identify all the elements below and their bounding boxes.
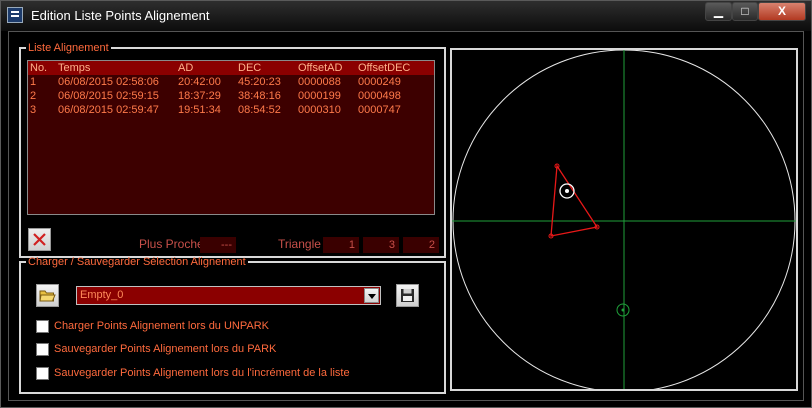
- cell-dec: 38:48:16: [238, 90, 281, 102]
- triangle-value-2: 3: [363, 237, 399, 253]
- cell-no: 2: [30, 90, 37, 102]
- increment-save-label: Sauvegarder Points Alignement lors du l'…: [54, 367, 350, 379]
- minimize-button[interactable]: ▁: [705, 2, 732, 21]
- pole-dot: [621, 308, 625, 312]
- table-row[interactable]: 3 06/08/2015 02:59:47 19:51:34 08:54:52 …: [28, 103, 434, 117]
- alignment-list-legend: Liste Alignement: [28, 42, 109, 54]
- dropdown-value: Empty_0: [80, 289, 124, 301]
- column-header-offsetdec[interactable]: OffsetDEC: [358, 62, 410, 74]
- cell-temps: 06/08/2015 02:59:47: [58, 104, 159, 116]
- cell-ad: 19:51:34: [178, 104, 221, 116]
- alignment-selection-dropdown[interactable]: Empty_0: [76, 286, 381, 305]
- title-bar[interactable]: Edition Liste Points Alignement ▁ □ X: [1, 1, 811, 31]
- app-icon: [7, 7, 23, 23]
- list-header: No. Temps AD DEC OffsetAD OffsetDEC: [28, 61, 434, 75]
- plus-proche-value: ---: [200, 237, 236, 253]
- window-title: Edition Liste Points Alignement: [31, 8, 210, 23]
- alignment-triangle: [550, 164, 599, 237]
- alignment-list-group: Liste Alignement No. Temps AD DEC Offset…: [19, 42, 446, 258]
- cell-ad: 20:42:00: [178, 76, 221, 88]
- cell-temps: 06/08/2015 02:59:15: [58, 90, 159, 102]
- cell-dec: 08:54:52: [238, 104, 281, 116]
- increment-save-checkbox[interactable]: [36, 367, 49, 380]
- open-folder-button[interactable]: [36, 284, 59, 307]
- delete-point-button[interactable]: [28, 228, 51, 251]
- sky-plot-svg: [452, 49, 796, 393]
- cell-offsetdec: 0000249: [358, 76, 401, 88]
- load-save-legend: Charger / Sauvegarder Sélection Aligneme…: [28, 256, 246, 268]
- cell-offsetdec: 0000747: [358, 104, 401, 116]
- load-save-group: Charger / Sauvegarder Sélection Aligneme…: [19, 256, 446, 394]
- triangle-label: Triangle: [278, 237, 321, 251]
- column-header-ad[interactable]: AD: [178, 62, 193, 74]
- alignment-window: Edition Liste Points Alignement ▁ □ X Li…: [0, 0, 812, 408]
- plus-proche-label: Plus Proche: [139, 237, 204, 251]
- maximize-button[interactable]: □: [732, 2, 758, 21]
- park-save-checkbox[interactable]: [36, 343, 49, 356]
- alignment-list[interactable]: No. Temps AD DEC OffsetAD OffsetDEC 1 06…: [27, 60, 435, 215]
- cell-offsetdec: 0000498: [358, 90, 401, 102]
- alignment-sky-plot[interactable]: [450, 48, 798, 393]
- unpark-load-label: Charger Points Alignement lors du UNPARK: [54, 320, 270, 332]
- client-area: Liste Alignement No. Temps AD DEC Offset…: [8, 31, 804, 401]
- table-row[interactable]: 1 06/08/2015 02:58:06 20:42:00 45:20:23 …: [28, 75, 434, 89]
- table-row[interactable]: 2 06/08/2015 02:59:15 18:37:29 38:48:16 …: [28, 89, 434, 103]
- cell-no: 3: [30, 104, 37, 116]
- red-x-icon: [33, 233, 46, 246]
- triangle-value-3: 2: [403, 237, 439, 253]
- current-position-dot: [565, 189, 569, 193]
- cell-offsetad: 0000310: [298, 104, 341, 116]
- column-header-dec[interactable]: DEC: [238, 62, 261, 74]
- cell-temps: 06/08/2015 02:58:06: [58, 76, 159, 88]
- column-header-temps[interactable]: Temps: [58, 62, 90, 74]
- unpark-load-checkbox[interactable]: [36, 320, 49, 333]
- chevron-down-icon[interactable]: [364, 288, 379, 303]
- cell-offsetad: 0000199: [298, 90, 341, 102]
- cell-offsetad: 0000088: [298, 76, 341, 88]
- cell-no: 1: [30, 76, 37, 88]
- column-header-offsetad[interactable]: OffsetAD: [298, 62, 342, 74]
- close-button[interactable]: X: [758, 2, 806, 21]
- triangle-value-1: 1: [323, 237, 359, 253]
- folder-open-icon: [39, 290, 56, 302]
- cell-dec: 45:20:23: [238, 76, 281, 88]
- floppy-disk-icon: [401, 289, 414, 302]
- cell-ad: 18:37:29: [178, 90, 221, 102]
- save-button[interactable]: [396, 284, 419, 307]
- column-header-no[interactable]: No.: [30, 62, 47, 74]
- park-save-label: Sauvegarder Points Alignement lors du PA…: [54, 343, 277, 355]
